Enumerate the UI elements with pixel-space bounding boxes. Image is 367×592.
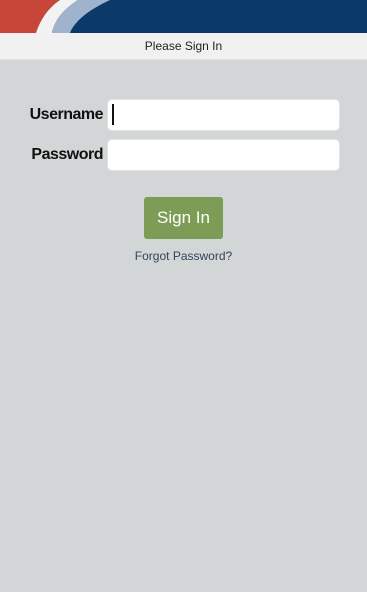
logo-swoosh-graphic	[0, 0, 367, 33]
password-row: Password	[0, 139, 367, 171]
forgot-password-link[interactable]: Forgot Password?	[0, 249, 367, 263]
sign-in-button[interactable]: Sign In	[144, 197, 223, 239]
username-label: Username	[29, 106, 104, 123]
username-row: Username	[0, 99, 367, 131]
text-cursor	[112, 104, 114, 125]
password-input[interactable]	[107, 139, 340, 171]
header-banner	[0, 0, 367, 33]
password-label: Password	[31, 146, 103, 163]
page-title: Please Sign In	[0, 33, 367, 60]
username-input[interactable]	[107, 99, 340, 131]
